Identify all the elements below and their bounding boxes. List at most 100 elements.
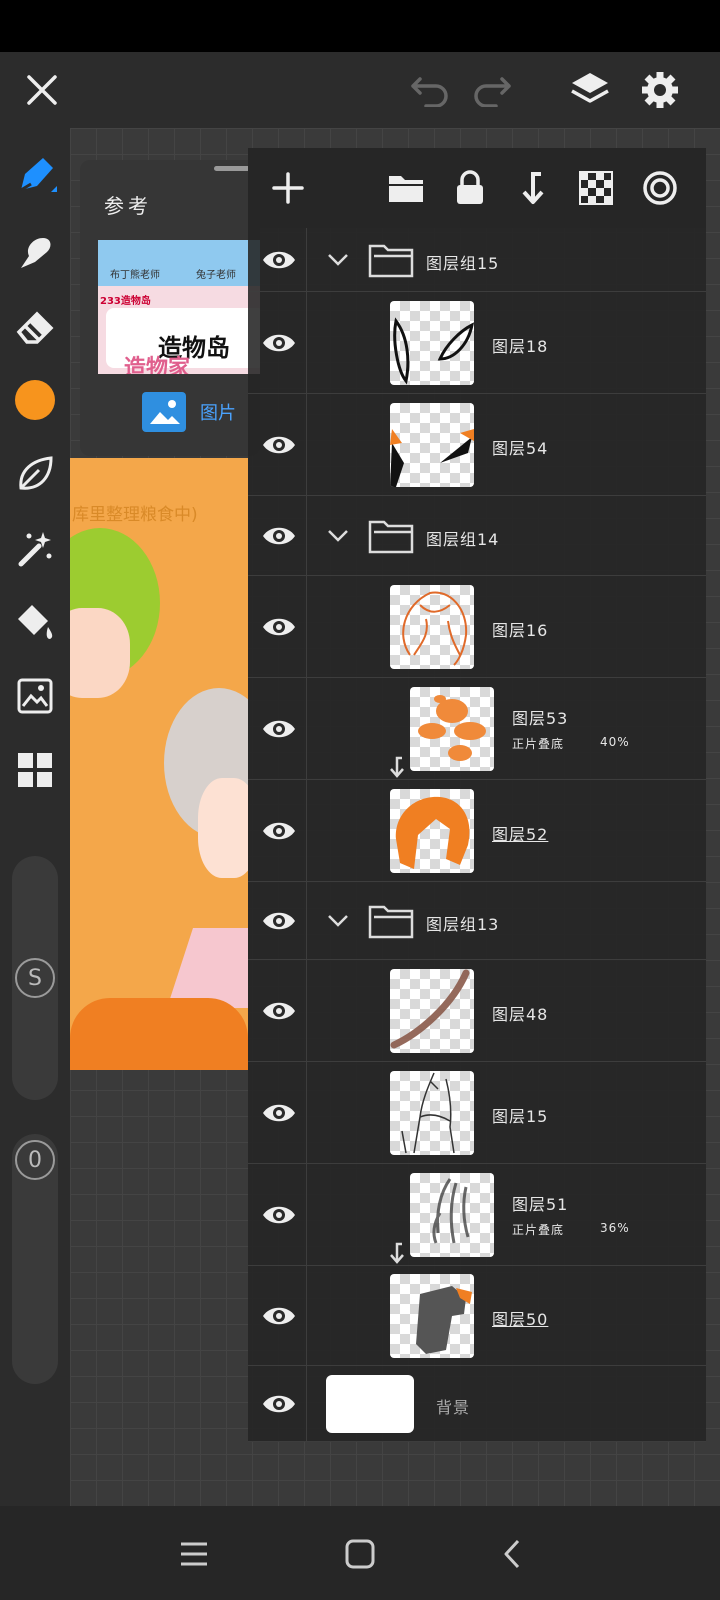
reference-text-3: 233造物岛 bbox=[100, 296, 151, 307]
row-divider bbox=[306, 1164, 307, 1265]
visibility-eye-icon[interactable] bbox=[256, 1093, 302, 1133]
artwork-preview: 库里整理粮食中) bbox=[70, 458, 248, 1070]
visibility-eye-icon[interactable] bbox=[256, 901, 302, 941]
layer-group-row[interactable]: 图层组13 bbox=[248, 882, 706, 960]
visibility-eye-icon[interactable] bbox=[256, 991, 302, 1031]
layer-name: 图层15 bbox=[492, 1107, 549, 1126]
background-thumbnail bbox=[326, 1375, 414, 1433]
layer-blend-mode: 正片叠底 bbox=[512, 737, 565, 751]
row-divider bbox=[306, 576, 307, 677]
artwork-caption: 库里整理粮食中) bbox=[72, 505, 198, 525]
row-divider bbox=[306, 228, 307, 291]
layer-thumbnail bbox=[390, 789, 474, 873]
background-layer-row[interactable]: 背景 bbox=[248, 1366, 706, 1442]
redo-icon[interactable] bbox=[466, 64, 518, 116]
reference-text-1: 布丁熊老师 bbox=[110, 270, 160, 281]
close-icon[interactable] bbox=[16, 64, 68, 116]
reference-tab-label: 图片 bbox=[200, 403, 236, 424]
recent-apps-icon[interactable] bbox=[168, 1528, 220, 1580]
clipping-mask-arrow-icon bbox=[388, 1242, 406, 1264]
layer-thumbnail bbox=[390, 969, 474, 1053]
brush-opacity-slider[interactable]: 0 bbox=[12, 1134, 58, 1384]
layer-name: 图层51 bbox=[512, 1195, 569, 1214]
layer-thumbnail bbox=[410, 687, 494, 771]
home-icon[interactable] bbox=[334, 1528, 386, 1580]
layer-opacity: 40% bbox=[600, 735, 630, 749]
bunny-character-face bbox=[198, 778, 248, 878]
blend-mode-target-icon[interactable] bbox=[636, 164, 684, 212]
leaf-shape-tool-icon[interactable] bbox=[9, 448, 61, 500]
settings-gear-icon[interactable] bbox=[634, 64, 686, 116]
layer-row[interactable]: 图层51 正片叠底 36% bbox=[248, 1164, 706, 1266]
layer-group-name: 图层组13 bbox=[426, 915, 500, 934]
transparency-checker-icon[interactable] bbox=[572, 164, 620, 212]
layer-thumbnail bbox=[390, 585, 474, 669]
reference-text-5: 造物家 bbox=[124, 356, 191, 374]
reference-panel[interactable]: 参考 布丁熊老师 兔子老师 233造物岛 造物岛 造物家 图片 bbox=[80, 160, 260, 456]
character-face bbox=[70, 608, 130, 698]
reference-image: 布丁熊老师 兔子老师 233造物岛 造物岛 造物家 bbox=[98, 240, 260, 374]
color-picker-swatch[interactable] bbox=[9, 374, 61, 426]
chevron-down-icon[interactable] bbox=[326, 909, 350, 933]
back-icon[interactable] bbox=[486, 1528, 538, 1580]
visibility-eye-icon[interactable] bbox=[256, 516, 302, 556]
top-toolbar bbox=[0, 52, 720, 128]
layer-group-name: 图层组14 bbox=[426, 530, 500, 549]
layer-row[interactable]: 图层18 bbox=[248, 292, 706, 394]
reference-image-tab[interactable]: 图片 bbox=[142, 392, 236, 432]
reference-text-2: 兔子老师 bbox=[196, 270, 236, 281]
row-divider bbox=[306, 780, 307, 881]
folder-icon[interactable] bbox=[382, 164, 430, 212]
fill-bucket-icon[interactable] bbox=[9, 596, 61, 648]
brush-tool-icon[interactable] bbox=[9, 150, 61, 202]
visibility-eye-icon[interactable] bbox=[256, 1296, 302, 1336]
row-divider bbox=[306, 496, 307, 575]
layers-panel-header bbox=[248, 148, 706, 228]
layer-row[interactable]: 图层15 bbox=[248, 1062, 706, 1164]
reference-drag-handle[interactable] bbox=[214, 166, 250, 171]
layer-thumbnail bbox=[410, 1173, 494, 1257]
layer-group-row[interactable]: 图层组14 bbox=[248, 496, 706, 576]
chevron-down-icon[interactable] bbox=[326, 524, 350, 548]
layer-row[interactable]: 图层54 bbox=[248, 394, 706, 496]
visibility-eye-icon[interactable] bbox=[256, 240, 302, 280]
undo-icon[interactable] bbox=[404, 64, 456, 116]
layer-row[interactable]: 图层48 bbox=[248, 960, 706, 1062]
brush-size-knob[interactable]: S bbox=[15, 958, 55, 998]
group-folder-icon bbox=[368, 518, 414, 554]
image-adjust-icon[interactable] bbox=[9, 670, 61, 722]
chevron-down-icon[interactable] bbox=[326, 248, 350, 272]
brush-opacity-knob[interactable]: 0 bbox=[15, 1140, 55, 1180]
layer-row[interactable]: 图层50 bbox=[248, 1266, 706, 1366]
visibility-eye-icon[interactable] bbox=[256, 607, 302, 647]
lock-icon[interactable] bbox=[446, 164, 494, 212]
image-icon bbox=[142, 392, 186, 432]
smudge-tool-icon[interactable] bbox=[9, 226, 61, 278]
layer-row[interactable]: 图层16 bbox=[248, 576, 706, 678]
layer-opacity: 36% bbox=[600, 1221, 630, 1235]
visibility-eye-icon[interactable] bbox=[256, 323, 302, 363]
visibility-eye-icon[interactable] bbox=[256, 425, 302, 465]
visibility-eye-icon[interactable] bbox=[256, 1384, 302, 1424]
add-layer-icon[interactable] bbox=[264, 164, 312, 212]
layer-row[interactable]: 图层52 bbox=[248, 780, 706, 882]
visibility-eye-icon[interactable] bbox=[256, 811, 302, 851]
merge-down-icon[interactable] bbox=[510, 164, 558, 212]
magic-wand-icon[interactable] bbox=[9, 522, 61, 574]
pumpkin-pile bbox=[70, 998, 248, 1070]
layer-row[interactable]: 图层53 正片叠底 40% bbox=[248, 678, 706, 780]
visibility-eye-icon[interactable] bbox=[256, 709, 302, 749]
layers-panel: 图层组15 图层18 图层54 图层组14 图层16 图层53 正片叠底 40% 图层52 图层组… bbox=[248, 148, 706, 1442]
eraser-tool-icon[interactable] bbox=[9, 300, 61, 352]
row-divider bbox=[306, 882, 307, 959]
layer-group-row[interactable]: 图层组15 bbox=[248, 228, 706, 292]
brush-size-slider[interactable]: S bbox=[12, 856, 58, 1100]
system-nav-bar bbox=[0, 1506, 720, 1600]
status-bar bbox=[0, 0, 720, 52]
grid-menu-icon[interactable] bbox=[9, 744, 61, 796]
layers-icon[interactable] bbox=[564, 64, 616, 116]
layer-thumbnail bbox=[390, 1071, 474, 1155]
row-divider bbox=[306, 394, 307, 495]
visibility-eye-icon[interactable] bbox=[256, 1195, 302, 1235]
row-divider bbox=[306, 1062, 307, 1163]
